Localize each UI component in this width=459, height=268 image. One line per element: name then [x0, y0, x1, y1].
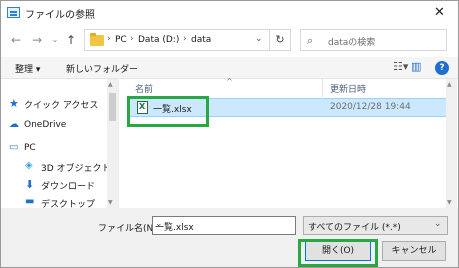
up-arrow-icon[interactable]: ↑ — [63, 31, 79, 49]
close-icon: ✕ — [434, 5, 445, 20]
scroll-up-icon[interactable]: ▲ — [447, 81, 452, 88]
help-icon[interactable]: ? — [435, 61, 449, 75]
nav-item-3d-objects[interactable]: ◈ 3D オブジェクト — [1, 157, 111, 175]
scroll-thumb[interactable] — [109, 93, 116, 121]
column-header-name[interactable]: 名前 — [135, 82, 153, 95]
sort-ascending-icon: ^ — [226, 77, 233, 86]
chevron-down-icon[interactable]: ⌄ — [155, 219, 291, 229]
search-input[interactable]: dataの検索 — [328, 35, 375, 48]
forward-arrow-icon[interactable]: → — [29, 31, 45, 49]
nav-scrollbar[interactable]: ▲ ▼ — [107, 79, 118, 208]
file-highlight-box — [127, 96, 209, 127]
open-button-highlight-box — [298, 239, 378, 267]
nav-item-label: クイック アクセス — [24, 101, 99, 111]
filename-input[interactable]: 一覧.xlsx ⌄ — [152, 216, 296, 235]
back-arrow-icon[interactable]: ← — [8, 31, 24, 49]
address-bar[interactable]: › PC › Data (D:) › data ⌄ — [84, 29, 291, 51]
cloud-icon: ☁ — [9, 119, 19, 130]
download-icon: ⬇ — [25, 178, 35, 191]
address-row: ← → ⌄ ↑ › PC › Data (D:) › data ⌄ ↻ ⌕ da… — [1, 25, 458, 57]
cube-icon: ◈ — [25, 160, 33, 171]
address-dropdown-icon[interactable]: ⌄ — [255, 34, 263, 44]
nav-item-label: OneDrive — [24, 120, 67, 130]
recent-dropdown-icon[interactable]: ⌄ — [47, 31, 63, 49]
organize-menu[interactable]: 整理 ▾ — [15, 62, 40, 75]
breadcrumb-separator: › — [130, 34, 134, 44]
breadcrumb-separator: › — [183, 34, 187, 44]
navigation-pane: ★ クイック アクセス ☁ OneDrive ▭ PC ◈ 3D オブジェクト … — [1, 79, 118, 210]
breadcrumb-drive[interactable]: Data (D:) — [138, 35, 179, 45]
computer-icon: ▭ — [9, 142, 19, 153]
file-browse-dialog: ファイルの参照 ✕ ← → ⌄ ↑ › PC › Data (D:) › dat… — [0, 0, 459, 268]
scroll-up-icon[interactable]: ▲ — [108, 81, 113, 88]
title-bar: ファイルの参照 ✕ — [1, 1, 458, 25]
breadcrumb-pc[interactable]: PC — [115, 35, 127, 45]
view-options-icon[interactable]: ☷▾ — [393, 60, 408, 73]
scroll-down-icon[interactable]: ▼ — [447, 199, 452, 206]
folder-icon — [90, 33, 104, 46]
nav-item-quick-access[interactable]: ★ クイック アクセス — [1, 94, 107, 112]
preview-pane-icon[interactable]: ▥ — [411, 60, 421, 73]
file-modified: 2020/12/28 19:44 — [330, 102, 411, 112]
column-header-modified[interactable]: 更新日時 — [330, 82, 366, 95]
search-box[interactable]: ⌕ dataの検索 — [300, 29, 447, 51]
command-bar: 整理 ▾ 新しいフォルダー ☷▾ ▥ ? — [1, 57, 458, 79]
nav-item-downloads[interactable]: ⬇ ダウンロード — [1, 175, 107, 193]
breadcrumb-separator: › — [107, 34, 111, 44]
star-icon: ★ — [9, 97, 19, 110]
nav-item-onedrive[interactable]: ☁ OneDrive — [1, 116, 107, 134]
dialog-title: ファイルの参照 — [25, 10, 95, 21]
filetype-value: すべてのファイル (*.*) — [308, 223, 401, 233]
new-folder-button[interactable]: 新しいフォルダー — [66, 62, 138, 75]
desktop-icon: ▬ — [25, 196, 35, 207]
cancel-button[interactable]: キャンセル — [382, 241, 446, 261]
chevron-down-icon: ⌄ — [434, 219, 442, 229]
breadcrumb-data[interactable]: data — [191, 35, 211, 45]
file-list-scrollbar[interactable]: ▲ ▼ — [446, 79, 457, 208]
refresh-icon[interactable]: ↻ — [269, 29, 291, 51]
nav-item-label: PC — [24, 143, 36, 153]
dialog-footer: ファイル名(N): 一覧.xlsx ⌄ すべてのファイル (*.*) ⌄ 開く(… — [1, 208, 458, 267]
filetype-select[interactable]: すべてのファイル (*.*) ⌄ — [303, 216, 448, 235]
nav-item-label: ダウンロード — [41, 182, 96, 192]
scroll-down-icon[interactable]: ▼ — [108, 199, 113, 206]
dialog-icon — [7, 7, 20, 18]
search-icon: ⌕ — [307, 34, 314, 47]
filename-label: ファイル名(N): — [98, 224, 160, 234]
column-divider[interactable] — [322, 79, 323, 97]
close-button[interactable]: ✕ — [422, 1, 458, 25]
nav-item-label: 3D オブジェクト — [41, 164, 111, 174]
nav-item-pc[interactable]: ▭ PC — [1, 139, 107, 157]
